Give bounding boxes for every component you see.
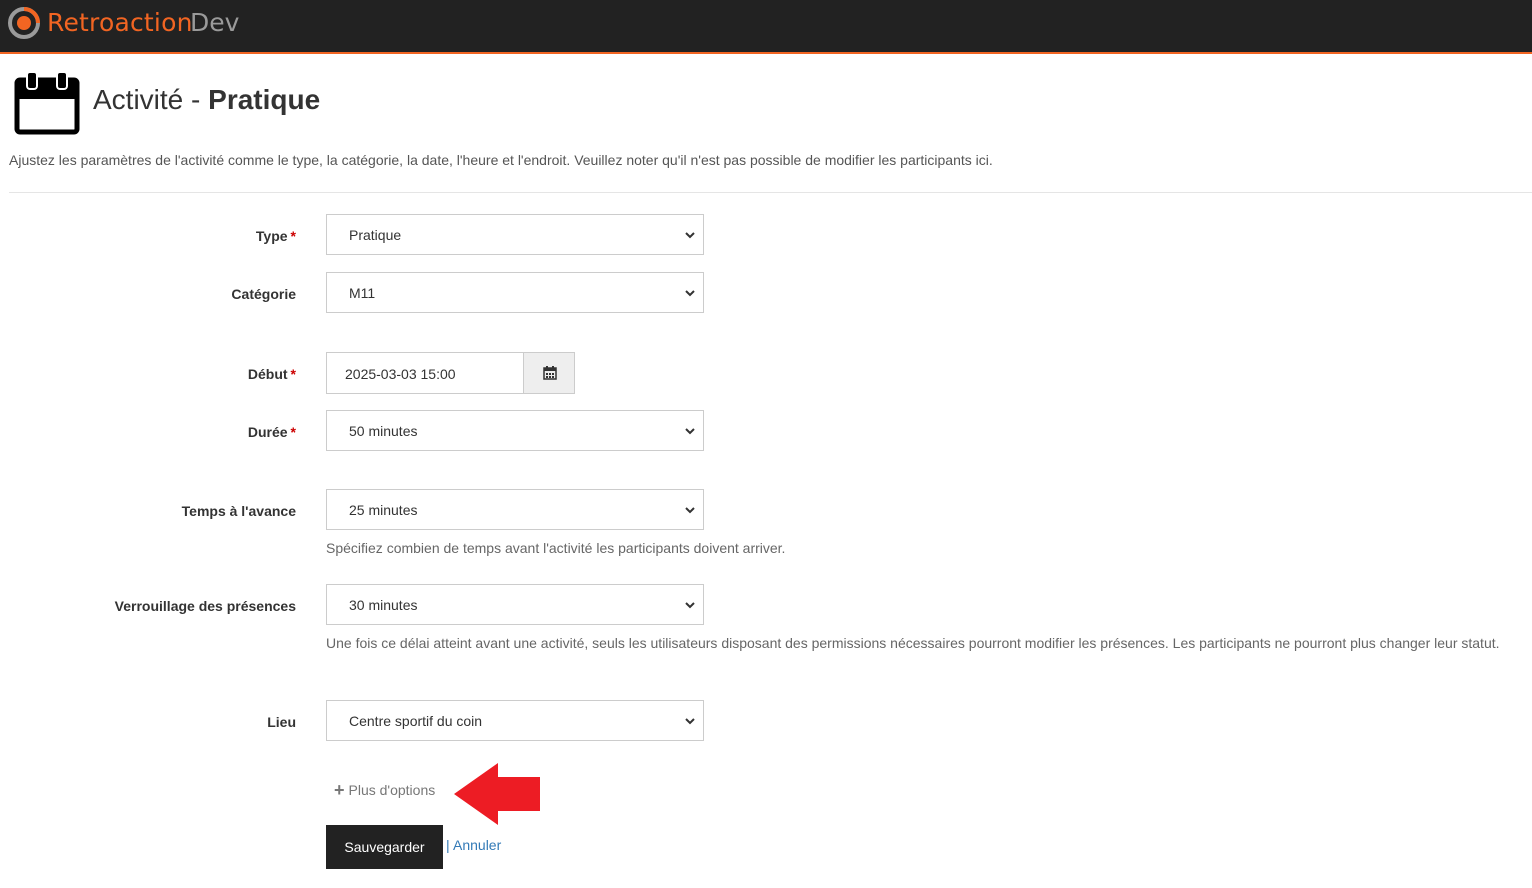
- chevron-down-icon: [685, 232, 695, 239]
- attendance-lock-help: Une fois ce délai atteint avant une acti…: [326, 635, 1500, 651]
- required-mark: *: [290, 366, 296, 382]
- category-select[interactable]: M11: [326, 272, 704, 313]
- top-navbar: Retroaction Dev: [0, 0, 1532, 54]
- type-label-text: Type: [255, 228, 288, 244]
- advance-time-select-value: 25 minutes: [349, 502, 418, 518]
- page-title-prefix: Activité -: [93, 84, 209, 115]
- arrow-left-icon: [454, 763, 540, 825]
- duration-label-text: Durée: [247, 424, 288, 440]
- start-label: Début *: [248, 366, 296, 382]
- chevron-down-icon: [685, 290, 695, 297]
- required-mark: *: [290, 424, 296, 440]
- chevron-down-icon: [685, 428, 695, 435]
- category-label: Catégorie: [231, 286, 296, 302]
- datetime-picker-button[interactable]: [523, 352, 575, 394]
- page-description: Ajustez les paramètres de l'activité com…: [9, 152, 993, 168]
- start-datetime-input[interactable]: 2025-03-03 15:00: [326, 352, 524, 394]
- location-select-value: Centre sportif du coin: [349, 713, 483, 729]
- plus-icon: +: [334, 780, 345, 800]
- location-select[interactable]: Centre sportif du coin: [326, 700, 704, 741]
- duration-label: Durée *: [248, 424, 296, 440]
- chevron-down-icon: [685, 507, 695, 514]
- attendance-lock-select-value: 30 minutes: [349, 597, 418, 613]
- type-select[interactable]: Pratique: [326, 214, 704, 255]
- attendance-lock-label: Verrouillage des présences: [114, 598, 296, 614]
- calendar-icon: [14, 71, 80, 135]
- divider: [9, 192, 1532, 193]
- type-label: Type *: [256, 228, 296, 244]
- duration-select-value: 50 minutes: [349, 423, 418, 439]
- save-button[interactable]: Sauvegarder: [326, 825, 443, 869]
- chevron-down-icon: [685, 718, 695, 725]
- advance-time-help: Spécifiez combien de temps avant l'activ…: [326, 540, 786, 556]
- start-label-text: Début: [247, 366, 288, 382]
- chevron-down-icon: [685, 602, 695, 609]
- calendar-icon: [543, 366, 557, 380]
- duration-select[interactable]: 50 minutes: [326, 410, 704, 451]
- retroaction-logo-icon[interactable]: [8, 7, 40, 39]
- advance-time-label: Temps à l'avance: [181, 503, 296, 519]
- action-separator: |: [446, 837, 450, 853]
- cancel-link[interactable]: Annuler: [453, 837, 501, 853]
- required-mark: *: [290, 228, 296, 244]
- page-title-type: Pratique: [208, 84, 321, 115]
- more-options-link[interactable]: + Plus d'options: [334, 780, 435, 801]
- environment-label: Dev: [190, 8, 240, 37]
- advance-time-select[interactable]: 25 minutes: [326, 489, 704, 530]
- more-options-text: Plus d'options: [348, 782, 436, 798]
- page-title: Activité - Pratique: [93, 84, 320, 116]
- start-datetime-value: 2025-03-03 15:00: [345, 366, 456, 382]
- category-select-value: M11: [349, 285, 376, 301]
- type-select-value: Pratique: [349, 227, 402, 243]
- location-label: Lieu: [267, 714, 296, 730]
- attendance-lock-select[interactable]: 30 minutes: [326, 584, 704, 625]
- brand-name[interactable]: Retroaction: [47, 8, 193, 37]
